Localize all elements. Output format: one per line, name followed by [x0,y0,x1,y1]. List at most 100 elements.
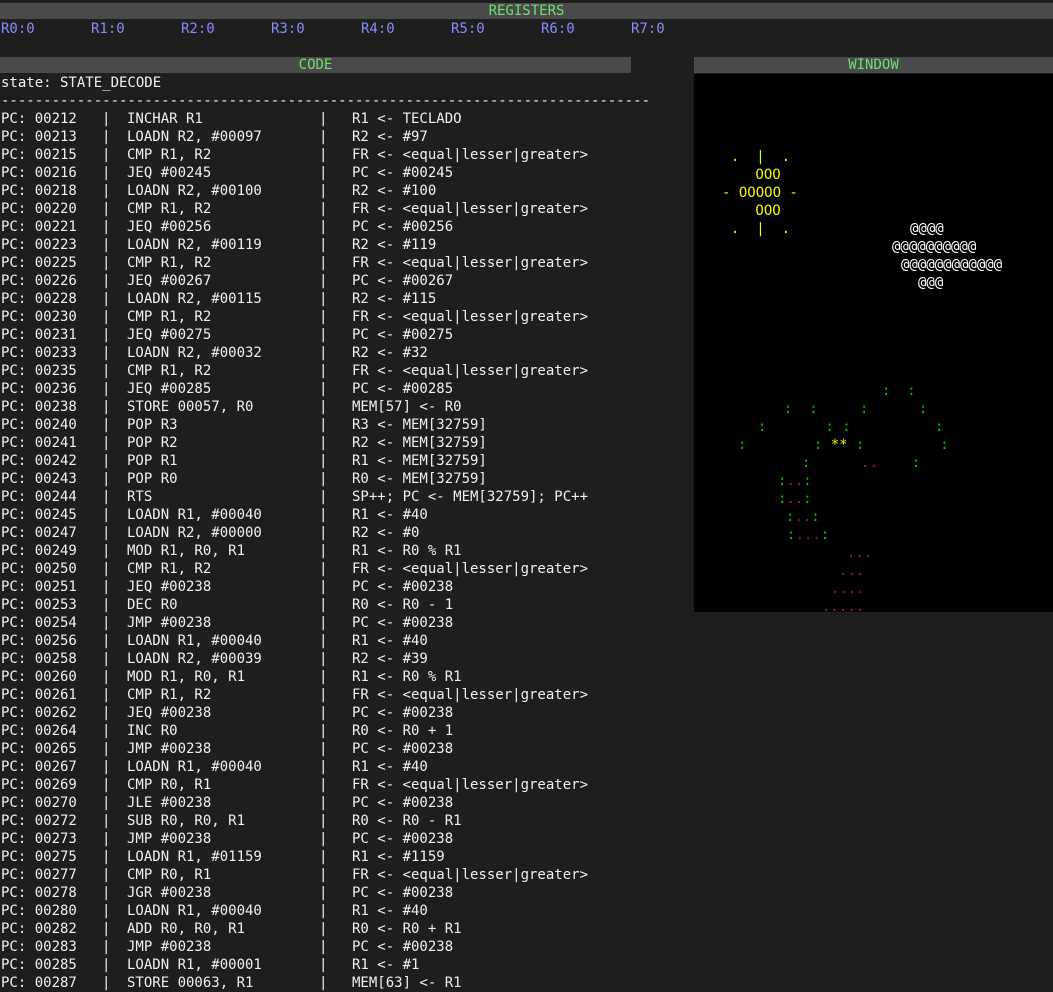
column-divider: | [102,327,111,343]
effect: PC <- #00238 [352,615,454,631]
column-divider: | [319,327,328,343]
column-divider: | [102,165,111,181]
column-divider: | [102,975,111,991]
column-divider: | [319,777,328,793]
column-divider: | [102,201,111,217]
instruction: LOADN R2, #00039 [127,651,262,667]
instruction: JEQ #00238 [127,705,212,721]
tree-line: :..: [778,473,812,489]
instruction: LOADN R1, #00040 [127,903,262,919]
column-divider: | [319,705,328,721]
effect: PC <- #00238 [352,705,454,721]
pc-address: PC: 00277 [1,867,77,883]
column-divider: | [319,903,328,919]
effect: FR <- <equal|lesser|greater> [352,363,589,379]
instruction: POP R3 [127,417,178,433]
effect: R0 <- R0 + R1 [352,921,462,937]
effect: PC <- #00238 [352,795,454,811]
effect: R2 <- #39 [352,651,428,667]
tree-line: : : : : [784,401,928,417]
pc-address: PC: 00240 [1,417,77,433]
column-divider: | [102,777,111,793]
effect: MEM[57] <- R0 [352,399,462,415]
instruction: POP R0 [127,471,178,487]
column-divider: | [102,831,111,847]
pc-address: PC: 00267 [1,759,77,775]
column-divider: | [319,543,328,559]
effect: R1 <- R0 % R1 [352,669,462,685]
column-divider: | [319,417,328,433]
column-divider: | [319,939,328,955]
effect: R2 <- #119 [352,237,437,253]
pc-address: PC: 00213 [1,129,77,145]
column-divider: | [319,219,328,235]
instruction: LOADN R2, #00097 [127,129,262,145]
column-divider: | [319,273,328,289]
instruction: JEQ #00256 [127,219,212,235]
column-divider: | [319,795,328,811]
pc-address: PC: 00278 [1,885,77,901]
column-divider: | [102,579,111,595]
instruction: CMP R1, R2 [127,687,212,703]
column-divider: | [102,651,111,667]
register-6: R6:0 [541,21,575,37]
column-divider: | [319,363,328,379]
column-divider: | [102,237,111,253]
instruction: JMP #00238 [127,615,212,631]
tree-line: ..... [822,599,865,612]
column-divider: | [319,867,328,883]
effect: R1 <- R0 % R1 [352,543,462,559]
instruction: JMP #00238 [127,939,212,955]
column-divider: | [102,435,111,451]
instruction: JGR #00238 [127,885,212,901]
instruction: JMP #00238 [127,831,212,847]
effect: FR <- <equal|lesser|greater> [352,561,589,577]
pc-address: PC: 00273 [1,831,77,847]
pc-address: PC: 00244 [1,489,77,505]
pc-address: PC: 00235 [1,363,77,379]
instruction: STORE 00057, R0 [127,399,254,415]
instruction: MOD R1, R0, R1 [127,543,246,559]
effect: FR <- <equal|lesser|greater> [352,867,589,883]
cloud-line: @@@ [918,275,944,291]
pc-address: PC: 00272 [1,813,77,829]
effect: R2 <- #115 [352,291,437,307]
cloud-line: @@@@@@@@@@@@ [901,257,1003,273]
column-divider: | [102,813,111,829]
pc-address: PC: 00251 [1,579,77,595]
instruction: SUB R0, R0, R1 [127,813,246,829]
instruction: LOADN R1, #00040 [127,507,262,523]
pc-address: PC: 00256 [1,633,77,649]
effect: R1 <- MEM[32759] [352,453,487,469]
sun-line: . | . [731,221,791,237]
column-divider: | [102,309,111,325]
effect: PC <- #00238 [352,885,454,901]
pc-address: PC: 00231 [1,327,77,343]
column-divider: | [319,489,328,505]
column-divider: | [102,669,111,685]
tree-line: :..: [778,491,812,507]
instruction: JMP #00238 [127,741,212,757]
column-divider: | [102,885,111,901]
effect: FR <- <equal|lesser|greater> [352,687,589,703]
pc-address: PC: 00225 [1,255,77,271]
pc-address: PC: 00265 [1,741,77,757]
column-divider: | [319,525,328,541]
separator: ----------------------------------------… [1,93,651,109]
effect: R2 <- #32 [352,345,428,361]
column-divider: | [102,507,111,523]
effect: R1 <- #40 [352,507,428,523]
tree-line: :...: [787,527,830,543]
pc-address: PC: 00280 [1,903,77,919]
instruction: CMP R1, R2 [127,363,212,379]
column-divider: | [319,255,328,271]
register-4: R4:0 [361,21,395,37]
effect: R1 <- #40 [352,759,428,775]
pc-address: PC: 00228 [1,291,77,307]
column-divider: | [102,453,111,469]
tree-line: ... [839,563,865,579]
code-header: CODE [0,57,631,73]
column-divider: | [319,561,328,577]
column-divider: | [319,669,328,685]
column-divider: | [102,903,111,919]
